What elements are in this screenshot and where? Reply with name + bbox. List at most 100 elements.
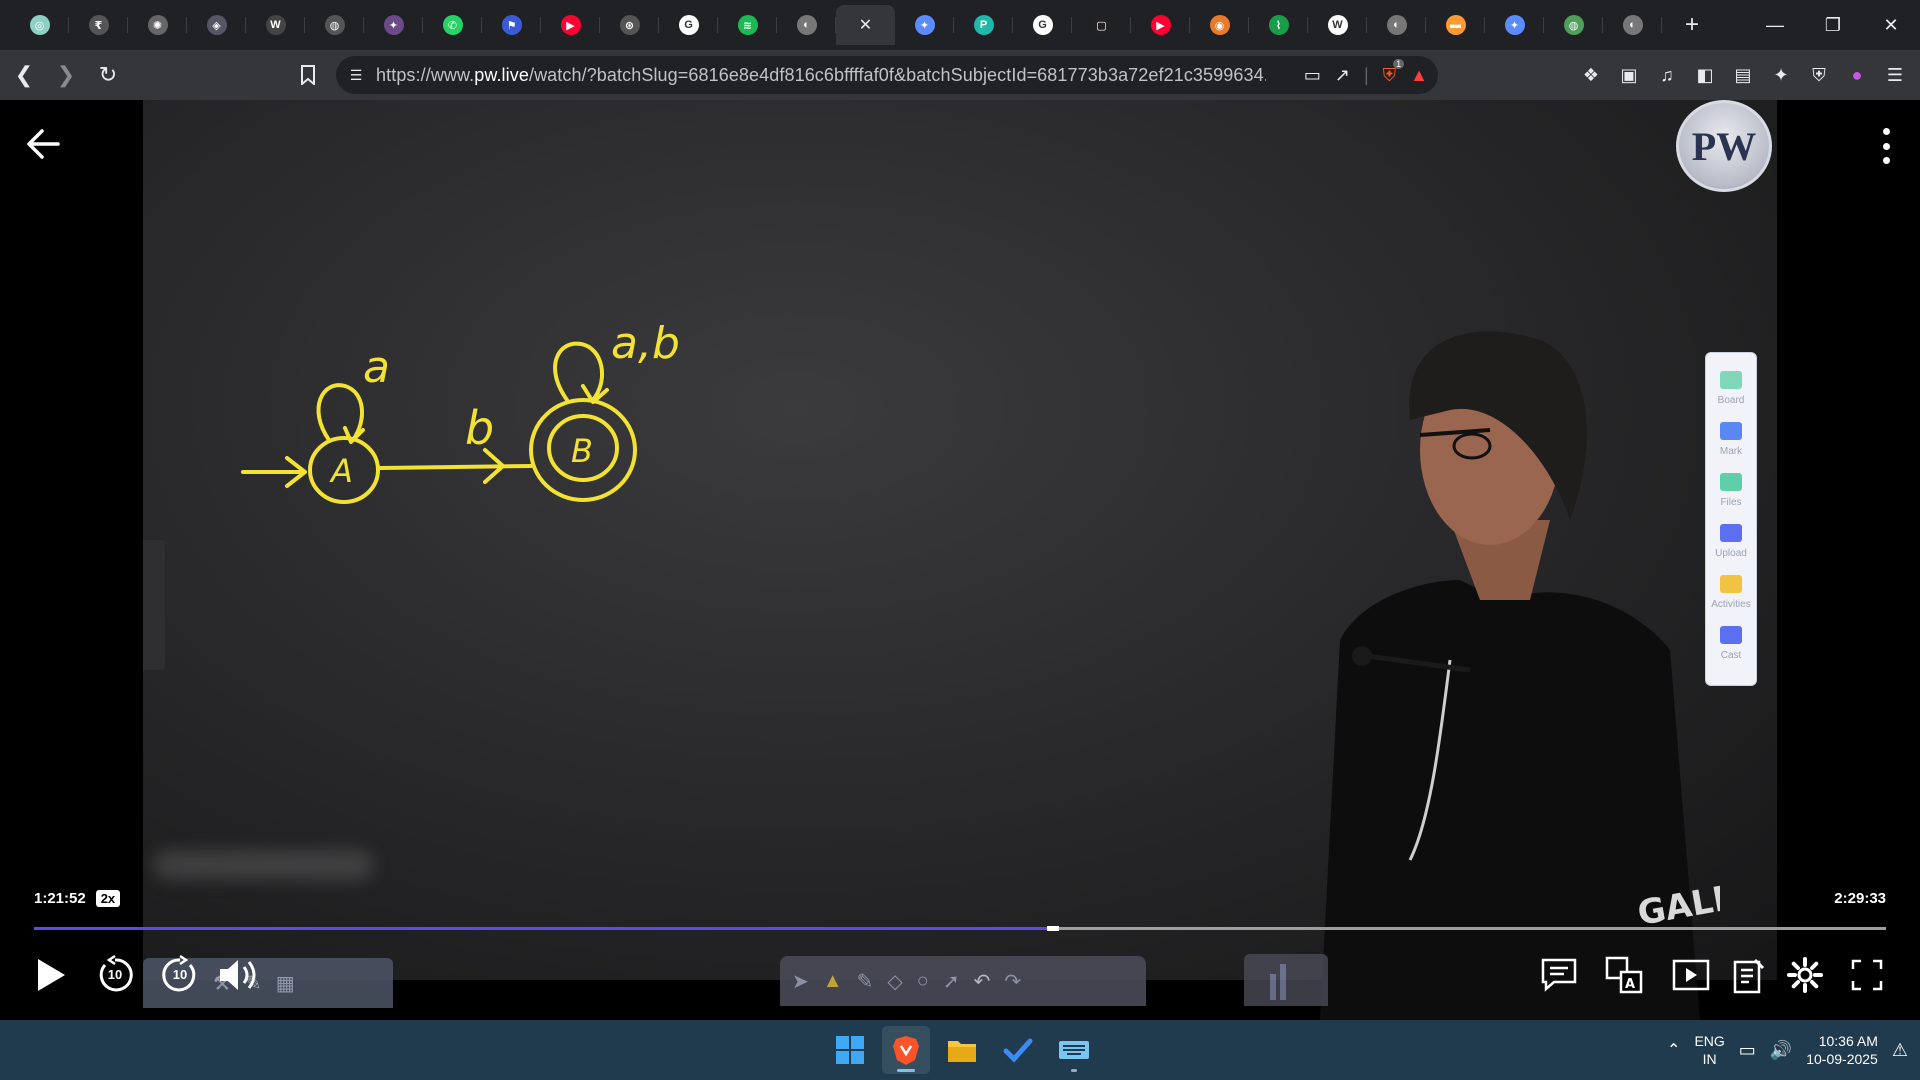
taskbar-brave[interactable]	[882, 1026, 930, 1074]
browser-tab[interactable]: ▬	[1426, 5, 1485, 45]
browser-toolbar: ❮ ❯ ↻ ☰ https://www.pw.live/watch/?batch…	[0, 50, 1920, 100]
cast-icon	[1720, 626, 1742, 644]
address-bar[interactable]: ☰ https://www.pw.live/watch/?batchSlug=6…	[336, 56, 1438, 94]
browser-tab[interactable]: ⚑	[482, 5, 541, 45]
taskbar-keyboard-app[interactable]	[1050, 1026, 1098, 1074]
vpn-icon[interactable]: ⛨	[1804, 60, 1834, 90]
india-flag-icon: ▬	[1445, 15, 1466, 35]
profile-avatar-icon[interactable]: ●	[1842, 60, 1872, 90]
brave-rewards-icon[interactable]: ▲	[1410, 65, 1428, 86]
leo-ai-icon[interactable]: ✦	[1766, 60, 1796, 90]
media-icon[interactable]: ♫	[1652, 60, 1682, 90]
notification-bell-icon[interactable]: ⚠	[1892, 1040, 1908, 1061]
start-button[interactable]	[826, 1026, 874, 1074]
browser-tab[interactable]: ✦	[1485, 5, 1544, 45]
wallet-icon[interactable]: ▤	[1728, 60, 1758, 90]
panel-item-upload: Upload	[1711, 524, 1751, 571]
play-button[interactable]	[26, 950, 76, 1000]
browser-tab[interactable]: W	[1308, 5, 1367, 45]
chat-button[interactable]	[1534, 950, 1584, 1000]
notes-button[interactable]	[1724, 950, 1774, 1000]
folder-icon	[948, 1041, 976, 1062]
browser-tab[interactable]: G	[659, 5, 718, 45]
speed-badge[interactable]: 2x	[95, 890, 121, 907]
restore-icon[interactable]: ❐	[1804, 0, 1862, 50]
new-tab-icon[interactable]: +	[1672, 5, 1712, 45]
forward-10-button[interactable]: 10	[155, 950, 205, 1000]
sidebar-icon[interactable]: ◧	[1690, 60, 1720, 90]
taskbar-file-explorer[interactable]	[938, 1026, 986, 1074]
close-window-icon[interactable]: ✕	[1862, 0, 1920, 50]
browser-tab[interactable]: ✦	[364, 5, 423, 45]
url-text[interactable]: https://www.pw.live/watch/?batchSlug=681…	[376, 65, 1266, 86]
reload-icon[interactable]: ↻	[90, 57, 126, 93]
picture-in-picture-button[interactable]	[1666, 950, 1716, 1000]
browser-tab[interactable]: ▢	[1072, 5, 1131, 45]
bookmark-icon[interactable]	[292, 59, 324, 91]
system-clock[interactable]: 10:36 AM 10-09-2025	[1806, 1032, 1878, 1068]
browser-tab[interactable]: ▶	[1131, 5, 1190, 45]
browser-tab[interactable]: ◐	[1603, 5, 1662, 45]
back-arrow-icon[interactable]	[24, 124, 64, 164]
volume-icon	[220, 960, 256, 990]
browser-tab[interactable]: ◍	[1544, 5, 1603, 45]
browser-tab[interactable]: ◈	[187, 5, 246, 45]
browser-tab[interactable]: ◎	[10, 5, 69, 45]
extensions-icon[interactable]: ❖	[1576, 60, 1606, 90]
active-tab-close-icon[interactable]: ✕	[859, 15, 872, 35]
browser-tab[interactable]: W	[246, 5, 305, 45]
panel-item-label: Activities	[1711, 599, 1751, 610]
browser-tab[interactable]: ◉	[1190, 5, 1249, 45]
network-icon[interactable]: ▭	[1739, 1040, 1756, 1061]
brave-icon	[893, 1036, 919, 1065]
share-icon[interactable]: ↗	[1335, 65, 1350, 86]
seek-handle[interactable]	[1046, 926, 1059, 931]
input-language[interactable]: ENG IN	[1694, 1032, 1724, 1068]
browser-tab[interactable]: ✺	[128, 5, 187, 45]
rewind-10-button[interactable]: 10	[90, 950, 140, 1000]
browser-tab[interactable]: ≋	[718, 5, 777, 45]
reader-mode-icon[interactable]: ▣	[1614, 60, 1644, 90]
back-nav-icon[interactable]: ❮	[6, 57, 42, 93]
forward-nav-icon[interactable]: ❯	[48, 57, 84, 93]
menu-icon[interactable]: ☰	[1880, 60, 1910, 90]
site-info-icon[interactable]: ☰	[336, 67, 376, 84]
lang-code: ENG	[1694, 1033, 1725, 1049]
loop-b	[553, 341, 604, 402]
chat-icon	[1541, 958, 1577, 992]
browser-tab[interactable]: G	[1013, 5, 1072, 45]
browser-tab[interactable]: ▶	[541, 5, 600, 45]
translate-button[interactable]: A	[1600, 950, 1650, 1000]
brave-shield-icon[interactable]: ⛨ 1	[1383, 58, 1405, 86]
video-player[interactable]: A a b B a,b GALH PW Board Mark Files Upl…	[0, 100, 1920, 1020]
board-drawing: A a b B a,b	[241, 318, 680, 504]
show-hidden-icons[interactable]: ⌃	[1667, 1040, 1680, 1060]
clock-date: 10-09-2025	[1806, 1051, 1878, 1067]
more-options-icon[interactable]	[1880, 128, 1892, 164]
browser-tab[interactable]: ⊛	[600, 5, 659, 45]
browser-tab[interactable]: ◍	[305, 5, 364, 45]
volume-button[interactable]	[214, 950, 264, 1000]
cast-tab-icon[interactable]: ▭	[1304, 65, 1321, 86]
chatgpt-icon: ◎	[29, 15, 50, 35]
browser-tab[interactable]: ◐	[777, 5, 836, 45]
browser-tab[interactable]: P	[954, 5, 1013, 45]
seek-bar[interactable]	[34, 926, 1886, 931]
browser-tab-active[interactable]: ✕	[836, 5, 895, 45]
marker-icon: ▲	[822, 969, 843, 992]
browser-tab[interactable]: ⌇	[1249, 5, 1308, 45]
taskbar-todo[interactable]	[994, 1026, 1042, 1074]
chart-app-icon: ⌇	[1268, 15, 1289, 35]
video-annotation-toolbar: ➤ ▲ ✎ ◇ ○ ➚ ↶ ↷	[780, 956, 1146, 1006]
speaker-icon[interactable]: 🔊	[1770, 1040, 1792, 1061]
running-indicator	[1071, 1069, 1077, 1072]
settings-button[interactable]	[1780, 950, 1830, 1000]
keyboard-icon	[1059, 1041, 1089, 1059]
pip-icon	[1672, 959, 1710, 991]
minimize-icon[interactable]: —	[1746, 0, 1804, 50]
browser-tab[interactable]: ✆	[423, 5, 482, 45]
browser-tab[interactable]: ◐	[1367, 5, 1426, 45]
browser-tab[interactable]: ✦	[895, 5, 954, 45]
fullscreen-button[interactable]	[1842, 950, 1892, 1000]
browser-tab[interactable]: ₹	[69, 5, 128, 45]
